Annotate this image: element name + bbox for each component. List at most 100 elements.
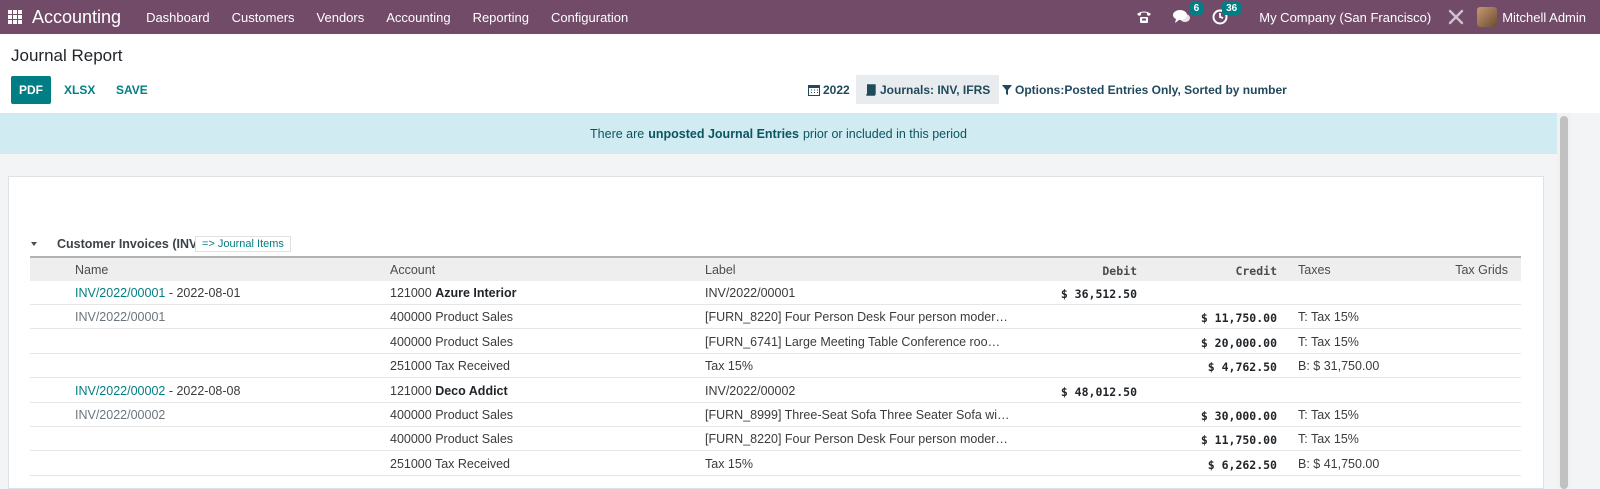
activities-badge: 36 bbox=[1222, 2, 1242, 15]
account-cell: 121000 Deco Addict bbox=[390, 384, 508, 398]
account-cell: 400000 Product Sales bbox=[390, 432, 513, 446]
app-title[interactable]: Accounting bbox=[32, 7, 121, 28]
label-cell: [FURN_8220] Four Person Desk Four person… bbox=[705, 310, 1008, 325]
entry-name-cell: INV/2022/00001 - 2022-08-01 bbox=[75, 286, 240, 300]
col-credit: Credit bbox=[1235, 264, 1277, 278]
debug-tools-icon[interactable] bbox=[1447, 8, 1465, 26]
account-cell: 400000 Product Sales bbox=[390, 310, 513, 324]
entry-name-cell: INV/2022/00002 - 2022-08-08 bbox=[75, 384, 240, 398]
account-name: Product Sales bbox=[435, 334, 514, 349]
taxes-cell: B: $ 41,750.00 bbox=[1298, 456, 1380, 471]
account-cell: 400000 Product Sales bbox=[390, 408, 513, 422]
table-row[interactable]: INV/2022/00001 - 2022-08-01 121000 Azure … bbox=[30, 281, 1521, 305]
options-filter[interactable]: Options:Posted Entries Only, Sorted by n… bbox=[1002, 75, 1287, 104]
scrollbar-thumb[interactable] bbox=[1560, 116, 1568, 489]
entry-name-cell: INV/2022/00002 bbox=[75, 408, 166, 422]
entry-date: - 2022-08-08 bbox=[165, 383, 241, 398]
col-name: Name bbox=[75, 263, 109, 277]
activities-clock-icon[interactable]: 36 bbox=[1211, 2, 1242, 26]
table-header: Name Account Label Debit Credit Taxes Ta… bbox=[30, 256, 1521, 281]
account-cell: 400000 Product Sales bbox=[390, 335, 513, 349]
account-code: 400000 bbox=[390, 334, 432, 349]
table-row[interactable]: 400000 Product Sales [FURN_6741] Large Me… bbox=[30, 330, 1521, 354]
company-switcher[interactable]: My Company (San Francisco) bbox=[1259, 10, 1431, 25]
top-navbar: Accounting Dashboard Customers Vendors A… bbox=[0, 0, 1600, 34]
book-icon bbox=[866, 83, 876, 96]
partner-name: Deco Addict bbox=[435, 383, 508, 398]
journals-filter[interactable]: Journals: INV, IFRS bbox=[856, 75, 1000, 104]
account-code: 400000 bbox=[390, 310, 432, 325]
account-name: Product Sales bbox=[435, 432, 514, 447]
label-cell: [FURN_6741] Large Meeting Table Conferen… bbox=[705, 334, 1001, 349]
table-row[interactable]: 251000 Tax Received Tax 15% $ 6,262.50 B: $… bbox=[30, 452, 1521, 476]
debit-cell: $ 36,512.50 bbox=[1060, 287, 1137, 301]
entry-name-cell: INV/2022/00001 bbox=[75, 310, 166, 325]
xlsx-button[interactable]: XLSX bbox=[64, 76, 95, 104]
options-label: Options:Posted Entries Only, Sorted by n… bbox=[1015, 82, 1287, 97]
account-code: 121000 bbox=[390, 286, 432, 300]
menu-configuration[interactable]: Configuration bbox=[540, 10, 639, 25]
save-button[interactable]: SAVE bbox=[116, 76, 148, 104]
taxes-cell: T: Tax 15% bbox=[1298, 408, 1359, 422]
credit-cell: $ 4,762.50 bbox=[1207, 360, 1277, 375]
journals-label: Journals: INV, IFRS bbox=[880, 82, 991, 97]
right-gutter bbox=[1571, 113, 1600, 489]
pdf-button[interactable]: PDF bbox=[11, 76, 51, 104]
page-title: Journal Report bbox=[11, 46, 123, 65]
unposted-entries-alert: There are unposted Journal Entries prior… bbox=[0, 113, 1557, 154]
credit-cell: $ 30,000.00 bbox=[1200, 409, 1277, 423]
account-code: 400000 bbox=[390, 408, 432, 422]
credit-cell: $ 11,750.00 bbox=[1200, 433, 1277, 448]
col-tax-grids: Tax Grids bbox=[1455, 263, 1508, 277]
account-name: Tax Received bbox=[434, 359, 511, 374]
alert-text-before: There are bbox=[590, 126, 645, 141]
table-row[interactable]: 251000 Tax Received Tax 15% $ 4,762.50 B: $… bbox=[30, 354, 1521, 379]
account-cell: 251000 Tax Received bbox=[390, 457, 510, 471]
account-code: 251000 bbox=[390, 456, 432, 471]
user-menu[interactable]: Mitchell Admin bbox=[1502, 10, 1586, 25]
credit-cell: $ 6,262.50 bbox=[1207, 457, 1277, 472]
menu-customers[interactable]: Customers bbox=[221, 10, 306, 25]
label-cell: Tax 15% bbox=[705, 359, 753, 374]
menu-accounting[interactable]: Accounting bbox=[375, 10, 461, 25]
menu-dashboard[interactable]: Dashboard bbox=[135, 10, 221, 25]
filter-icon bbox=[1002, 84, 1012, 95]
col-taxes: Taxes bbox=[1298, 263, 1331, 277]
table-row[interactable]: INV/2022/00002 - 2022-08-08 121000 Deco A… bbox=[30, 379, 1521, 403]
taxes-cell: T: Tax 15% bbox=[1298, 310, 1359, 325]
table-row[interactable]: INV/2022/00002 400000 Product Sales [FURN_… bbox=[30, 403, 1521, 427]
phone-icon[interactable] bbox=[1135, 8, 1153, 26]
account-name: Product Sales bbox=[435, 310, 514, 325]
label-cell: [FURN_8999] Three-Seat Sofa Three Seater… bbox=[705, 408, 1010, 422]
label-cell: INV/2022/00001 bbox=[705, 286, 796, 300]
account-cell: 121000 Azure Interior bbox=[390, 286, 516, 300]
label-cell: [FURN_8220] Four Person Desk Four person… bbox=[705, 432, 1008, 447]
entry-link[interactable]: INV/2022/00001 bbox=[75, 286, 165, 300]
entry-link[interactable]: INV/2022/00002 bbox=[75, 384, 165, 398]
col-account: Account bbox=[390, 263, 436, 277]
account-name: Tax Received bbox=[434, 456, 511, 471]
menu-reporting[interactable]: Reporting bbox=[462, 10, 540, 25]
label-cell: Tax 15% bbox=[705, 456, 753, 471]
debit-cell: $ 48,012.50 bbox=[1060, 384, 1137, 399]
col-label: Label bbox=[705, 263, 736, 277]
unposted-entries-link[interactable]: unposted Journal Entries bbox=[648, 127, 799, 141]
journal-items-button[interactable]: => Journal Items bbox=[195, 236, 291, 252]
account-code: 251000 bbox=[390, 359, 432, 374]
table-row[interactable]: INV/2022/00001 400000 Product Sales [FURN_… bbox=[30, 305, 1521, 330]
account-code: 400000 bbox=[390, 432, 432, 447]
messages-badge: 6 bbox=[1189, 2, 1204, 15]
taxes-cell: B: $ 31,750.00 bbox=[1298, 359, 1380, 374]
account-name: Product Sales bbox=[435, 408, 514, 422]
control-panel: Journal Report PDF XLSX SAVE 2022 Journa… bbox=[0, 34, 1600, 113]
messages-icon[interactable]: 6 bbox=[1173, 2, 1204, 26]
credit-cell: $ 20,000.00 bbox=[1200, 335, 1277, 350]
caret-down-icon bbox=[31, 242, 37, 246]
user-avatar[interactable] bbox=[1477, 7, 1498, 27]
table-row[interactable]: 400000 Product Sales [FURN_8220] Four Per… bbox=[30, 427, 1521, 452]
apps-menu-icon[interactable] bbox=[8, 10, 22, 24]
journal-section-title: Customer Invoices (INV) bbox=[57, 237, 202, 251]
taxes-cell: T: Tax 15% bbox=[1298, 334, 1359, 349]
period-filter[interactable]: 2022 bbox=[808, 75, 850, 104]
menu-vendors[interactable]: Vendors bbox=[306, 10, 376, 25]
